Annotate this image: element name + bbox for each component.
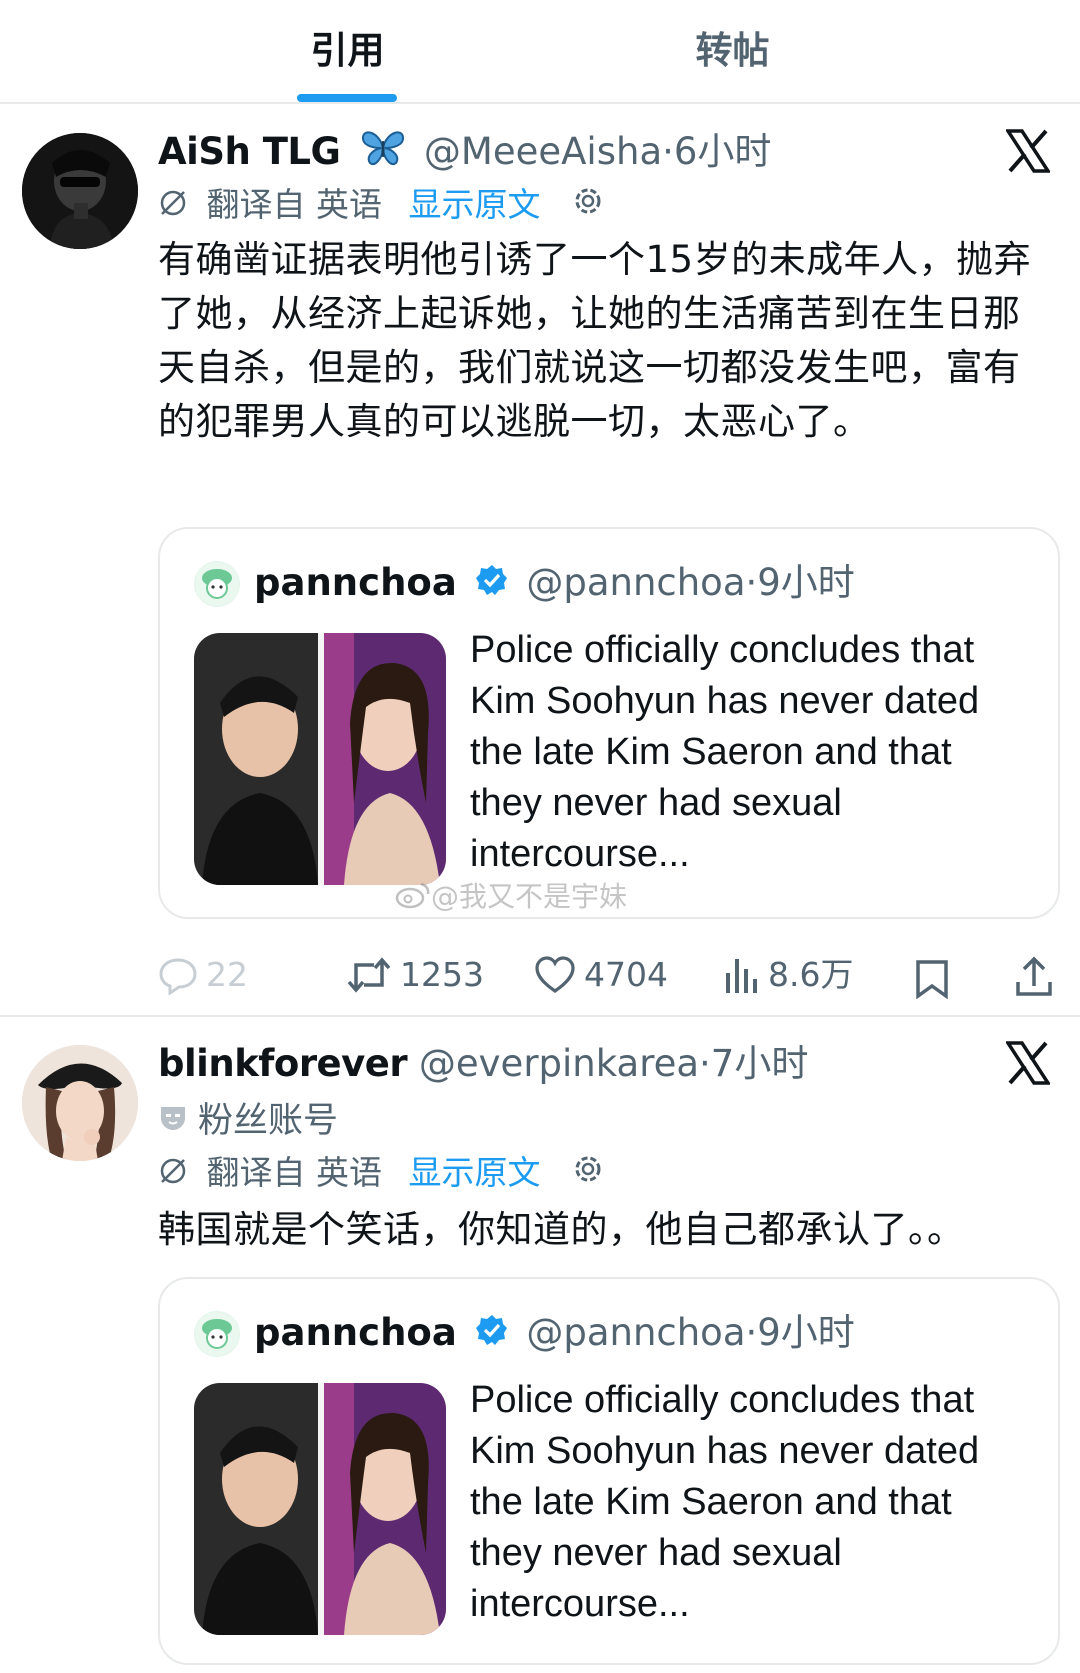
reply-icon xyxy=(159,957,197,996)
quoted-avatar xyxy=(194,561,240,607)
views-button[interactable]: 8.6万 xyxy=(724,943,853,1003)
fan-account-label: 粉丝账号 xyxy=(158,1097,338,1145)
quoted-tweet[interactable]: pannchoa @pannchoa·9小时 Police officially… xyxy=(158,527,1060,919)
quoted-timestamp: 9小时 xyxy=(757,561,855,604)
reply-count: 22 xyxy=(206,954,248,994)
timestamp[interactable]: 7小时 xyxy=(711,1042,809,1085)
views-icon xyxy=(726,958,757,993)
fan-account-text: 粉丝账号 xyxy=(198,1101,339,1141)
like-count: 4704 xyxy=(584,954,668,994)
bookmark-icon xyxy=(916,959,948,999)
share-button[interactable] xyxy=(1014,945,1054,1005)
repost-button[interactable]: 1253 xyxy=(346,943,484,1003)
like-icon xyxy=(535,955,575,993)
tweet[interactable]: AiSh TLG @MeeeAisha·6小时 翻译自 英语 显示原文 有确凿证… xyxy=(0,105,1080,1017)
separator: · xyxy=(745,561,758,604)
author-handle[interactable]: @MeeeAisha xyxy=(424,130,662,173)
butterfly-emoji-icon xyxy=(360,127,406,180)
tweet-text: 有确凿证据表明他引诱了一个15岁的未成年人，抛弃了她，从经济上起诉她，让她的生活… xyxy=(158,238,1032,443)
translated-from-label: 翻译自 英语 xyxy=(206,1153,383,1192)
quoted-avatar xyxy=(194,1311,240,1357)
gear-icon[interactable] xyxy=(571,183,605,231)
view-count: 8.6万 xyxy=(768,954,854,994)
like-button[interactable]: 4704 xyxy=(534,943,668,1003)
x-logo-icon[interactable] xyxy=(1004,1041,1052,1085)
watermark: @我又不是宇妹 xyxy=(395,875,627,917)
quoted-handle: @pannchoa xyxy=(526,1311,746,1354)
quoted-image[interactable] xyxy=(194,633,446,885)
gear-icon[interactable] xyxy=(571,1151,605,1199)
separator: · xyxy=(745,1311,758,1354)
repost-count: 1253 xyxy=(400,954,484,994)
quoted-header: pannchoa @pannchoa·9小时 xyxy=(254,557,855,609)
separator: · xyxy=(662,130,674,173)
author-handle[interactable]: @everpinkarea xyxy=(419,1042,699,1085)
verified-badge-icon xyxy=(475,559,509,611)
tweet-text: 韩国就是个笑话，你知道的，他自己都承认了。。 xyxy=(158,1208,965,1251)
avatar[interactable] xyxy=(22,133,138,249)
tab-quotes[interactable]: 引用 xyxy=(270,22,425,80)
tweet-header: blinkforever @everpinkarea·7小时 xyxy=(158,1039,808,1089)
active-tab-indicator xyxy=(297,94,397,102)
retweet-icon xyxy=(347,956,391,993)
quoted-image[interactable] xyxy=(194,1383,446,1635)
tweet[interactable]: blinkforever @everpinkarea·7小时 粉丝账号 翻译自 … xyxy=(0,1019,1080,1673)
bookmark-button[interactable] xyxy=(914,947,950,1007)
fan-mask-icon xyxy=(158,1098,188,1146)
tweet-header: AiSh TLG @MeeeAisha·6小时 xyxy=(158,127,771,177)
translation-bar: 翻译自 英语 显示原文 xyxy=(158,181,605,229)
quoted-text: Police officially concludes that Kim Soo… xyxy=(470,629,980,875)
show-original-link[interactable]: 显示原文 xyxy=(409,185,541,224)
watermark-text: @我又不是宇妹 xyxy=(431,880,628,913)
action-bar: 22 1253 4704 8.6万 xyxy=(158,943,1058,1003)
separator: · xyxy=(699,1042,711,1085)
translated-from-label: 翻译自 英语 xyxy=(206,185,383,224)
timestamp[interactable]: 6小时 xyxy=(674,130,772,173)
translation-bar: 翻译自 英语 显示原文 xyxy=(158,1149,605,1197)
quoted-handle: @pannchoa xyxy=(526,561,746,604)
translate-icon xyxy=(158,1151,188,1199)
quoted-timestamp: 9小时 xyxy=(757,1311,855,1354)
weibo-icon xyxy=(395,880,431,917)
reply-button[interactable]: 22 xyxy=(158,943,248,1003)
tab-reposts[interactable]: 转帖 xyxy=(655,22,810,80)
quoted-author-name: pannchoa xyxy=(254,561,457,604)
quoted-header: pannchoa @pannchoa·9小时 xyxy=(254,1307,855,1359)
avatar[interactable] xyxy=(22,1045,138,1161)
quoted-tweet[interactable]: pannchoa @pannchoa·9小时 Police officially… xyxy=(158,1277,1060,1665)
translate-icon xyxy=(158,183,188,231)
tab-bar: 引用 转帖 xyxy=(0,0,1080,104)
x-logo-icon[interactable] xyxy=(1004,129,1052,173)
quoted-text: Police officially concludes that Kim Soo… xyxy=(470,1379,980,1625)
show-original-link[interactable]: 显示原文 xyxy=(409,1153,541,1192)
quoted-author-name: pannchoa xyxy=(254,1311,457,1354)
author-name[interactable]: blinkforever xyxy=(158,1042,408,1085)
verified-badge-icon xyxy=(475,1309,509,1361)
share-icon xyxy=(1016,956,1052,996)
author-name[interactable]: AiSh TLG xyxy=(158,130,341,173)
